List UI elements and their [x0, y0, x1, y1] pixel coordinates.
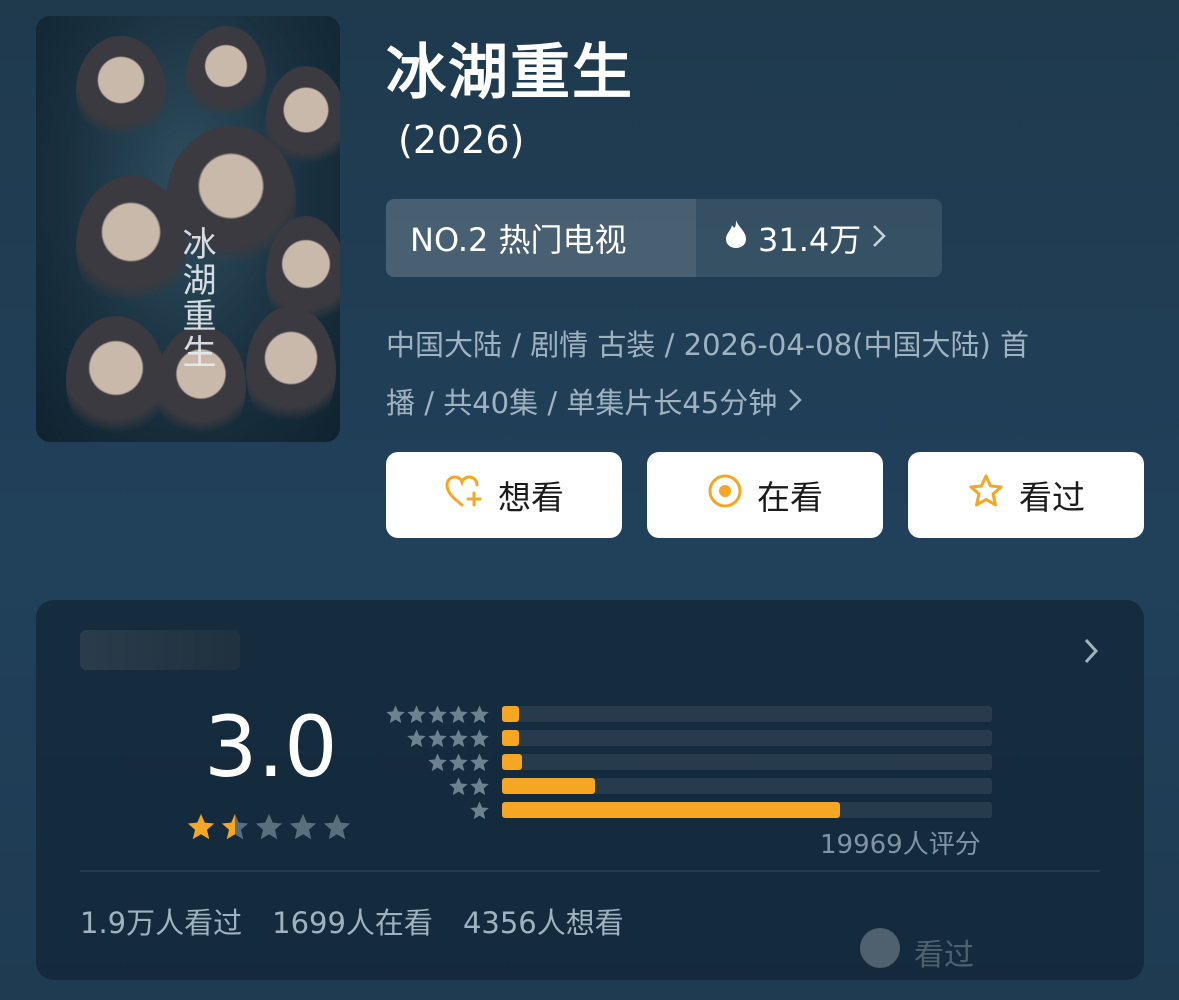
- rating-stars: [186, 812, 352, 842]
- score-star-icon: [221, 813, 249, 840]
- bar-star-icon: [470, 800, 489, 819]
- poster-figure: [66, 316, 166, 442]
- bar-track: [502, 754, 992, 770]
- bar-star-group: [380, 704, 490, 725]
- stat-watched: 1.9万人看过: [80, 906, 243, 940]
- chevron-right-icon[interactable]: [1082, 636, 1100, 670]
- target-icon: [707, 473, 743, 517]
- bar-star-group: [380, 752, 490, 773]
- star-icon: [967, 473, 1005, 517]
- bar-star-group: [380, 776, 490, 797]
- poster-figure: [76, 176, 186, 316]
- bar-fill: [502, 730, 519, 746]
- meta-line-1: 中国大陆 / 剧情 古装 / 2026-04-08(中国大陆) 首: [386, 328, 1030, 362]
- watching-button[interactable]: 在看: [647, 452, 883, 538]
- bar-fill: [502, 754, 522, 770]
- watched-label: 看过: [1019, 478, 1085, 517]
- rating-bar-row: [380, 726, 992, 750]
- bar-star-icon: [449, 752, 468, 771]
- bar-star-icon: [449, 776, 468, 795]
- score-star-icon: [187, 813, 215, 840]
- bar-star-icon: [407, 728, 426, 747]
- watching-label: 在看: [757, 478, 823, 517]
- stat-watching: 1699人在看: [272, 906, 433, 940]
- bar-star-icon: [428, 704, 447, 723]
- score-star-icon: [323, 813, 351, 840]
- heat-badge: 31.4万: [696, 199, 942, 277]
- meta-line-2: 播 / 共40集 / 单集片长45分钟: [386, 386, 778, 420]
- bar-track: [502, 778, 992, 794]
- bar-star-icon: [428, 752, 447, 771]
- bar-fill: [502, 706, 519, 722]
- stat-want: 4356人想看: [462, 906, 624, 940]
- rating-source-logo: [80, 630, 240, 670]
- poster-figure: [76, 36, 166, 146]
- bar-star-group: [380, 728, 490, 749]
- rank-label: NO.2 热门电视: [386, 199, 696, 277]
- eye-icon: [858, 926, 902, 978]
- watched-button[interactable]: 看过: [908, 452, 1144, 538]
- bar-star-icon: [407, 704, 426, 723]
- bar-track: [502, 730, 992, 746]
- bar-star-icon: [449, 704, 468, 723]
- bar-star-icon: [470, 752, 489, 771]
- bar-star-icon: [428, 728, 447, 747]
- rating-bar-row: [380, 798, 992, 822]
- score-star-icon: [289, 813, 317, 840]
- bar-fill: [502, 802, 840, 818]
- flame-icon: [724, 219, 748, 257]
- bar-star-icon: [470, 728, 489, 747]
- rating-count: 19969人评分: [820, 830, 981, 860]
- rating-distribution: [380, 702, 992, 822]
- chevron-right-icon: [871, 219, 887, 257]
- bar-star-group: [380, 800, 490, 821]
- rating-bar-row: [380, 750, 992, 774]
- poster-image[interactable]: 冰湖重生: [36, 16, 340, 442]
- chevron-right-icon: [787, 374, 803, 432]
- bar-star-icon: [386, 704, 405, 723]
- want-label: 想看: [498, 478, 564, 517]
- bar-track: [502, 802, 992, 818]
- heart-plus-icon: [444, 473, 484, 517]
- rank-chip[interactable]: NO.2 热门电视 31.4万: [386, 199, 942, 277]
- floating-watched-button[interactable]: 看过: [858, 926, 974, 978]
- bar-star-icon: [449, 728, 468, 747]
- stats-row: 1.9万人看过 1699人在看 4356人想看: [80, 900, 624, 942]
- score-star-icon: [255, 813, 283, 840]
- floating-watched-label: 看过: [914, 938, 974, 973]
- poster-figure: [246, 306, 336, 436]
- rating-bar-row: [380, 702, 992, 726]
- divider: [80, 870, 1100, 872]
- rating-bar-row: [380, 774, 992, 798]
- release-year: (2026): [398, 118, 525, 162]
- bar-fill: [502, 778, 595, 794]
- bar-star-icon: [470, 776, 489, 795]
- bar-star-icon: [470, 704, 489, 723]
- page-title: 冰湖重生: [386, 38, 634, 108]
- poster-calligraphy: 冰湖重生: [176, 226, 216, 370]
- poster-figure: [186, 26, 266, 126]
- bar-track: [502, 706, 992, 722]
- rating-score: 3.0: [204, 698, 338, 796]
- heat-value: 31.4万: [758, 221, 862, 259]
- meta-info[interactable]: 中国大陆 / 剧情 古装 / 2026-04-08(中国大陆) 首 播 / 共4…: [386, 316, 1146, 432]
- want-button[interactable]: 想看: [386, 452, 622, 538]
